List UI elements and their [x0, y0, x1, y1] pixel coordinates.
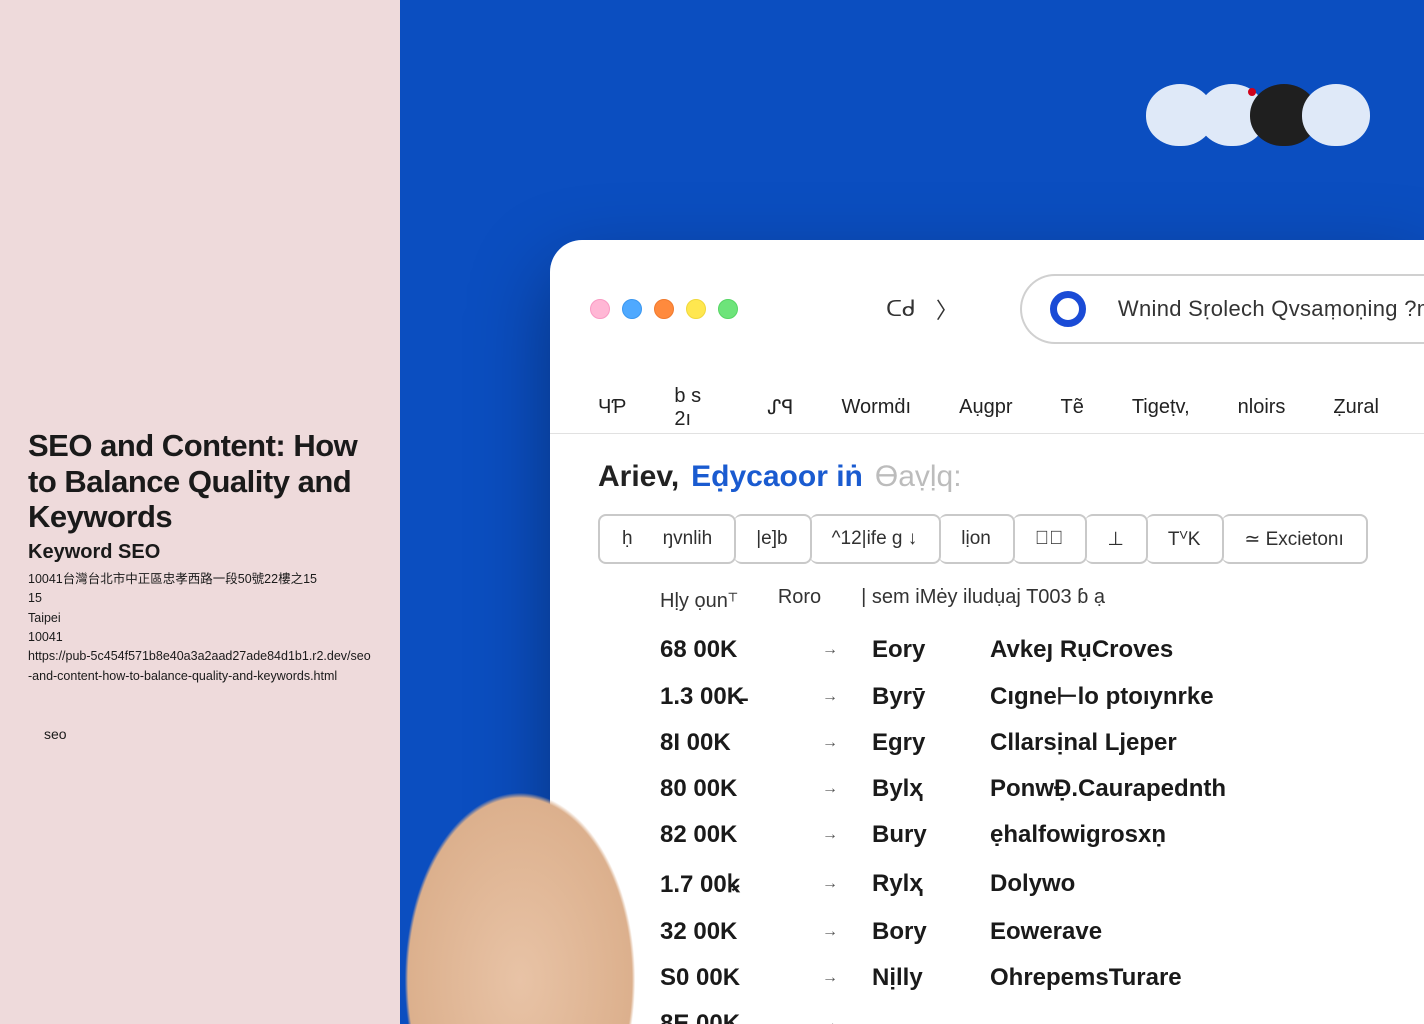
- tool-6[interactable]: TⱽK: [1146, 514, 1224, 564]
- page-title: SEO and Content: How to Balance Quality …: [28, 428, 372, 535]
- tab-5[interactable]: Tẽ: [1060, 396, 1083, 419]
- search-icon: [1050, 291, 1086, 327]
- table-row[interactable]: 8E 00K→: [660, 1001, 1317, 1024]
- tab-2[interactable]: ᔑꟼ: [767, 395, 793, 420]
- tab-strip: ЧƤ b s 2ı ᔑꟼ Wormḋı Aụgpr Tẽ Tigeṭv, nlo…: [550, 344, 1424, 434]
- table-row[interactable]: 68 00K→EoryAvkeȷ RụCroves: [660, 627, 1317, 673]
- tab-3[interactable]: Wormḋı: [841, 396, 911, 419]
- meta-city: Taipei: [28, 609, 372, 628]
- tab-7[interactable]: nloirs: [1238, 396, 1286, 419]
- tool-4[interactable]: ▭⃝: [1013, 514, 1088, 564]
- seo-tag: seo: [44, 726, 372, 742]
- tab-1[interactable]: b s 2ı: [674, 385, 719, 431]
- tool-2[interactable]: ^12|ife g ↓: [810, 514, 942, 564]
- tool-5[interactable]: ⊥: [1085, 514, 1148, 564]
- table-row[interactable]: S0 00K→NịllyOhrepemsTurare: [660, 955, 1317, 1001]
- traffic-lights: [590, 299, 738, 319]
- address-bar-text: Wnind Sṛolech Qvsaṃoṇing ?mats Qitl ··: [1118, 296, 1424, 322]
- tool-7[interactable]: ≃ Excietonı: [1222, 514, 1367, 564]
- meta-address: 10041台灣台北市中正區忠孝西路一段50號22樓之15: [28, 570, 372, 589]
- page-subtitle: Keyword SEO: [28, 541, 372, 564]
- hero-pane: ᑕᑯ 〉 Wnind Sṛolech Qvsaṃoṇing ?mats Qitl…: [400, 0, 1424, 1024]
- meta-line: 15: [28, 589, 372, 608]
- table-row[interactable]: 82 00K→Buryẹhalfowigrosxṇ: [660, 812, 1317, 858]
- meta-url: https://pub-5c454f571b8e40a3a2aad27ade84…: [28, 647, 372, 686]
- tab-4[interactable]: Aụgpr: [959, 396, 1012, 419]
- format-toolbar: ḥŋvnlih |e]b ^12|ife g ↓ lịon ▭⃝ ⊥ TⱽK ≃…: [598, 514, 1379, 564]
- info-sidebar: SEO and Content: How to Balance Quality …: [0, 0, 400, 1024]
- tool-1[interactable]: |e]b: [734, 514, 811, 564]
- table-row[interactable]: 1.3 00K̵→ByrȳCıgne⊢lo ptoıynrke: [660, 673, 1317, 720]
- address-bar[interactable]: Wnind Sṛolech Qvsaṃoṇing ?mats Qitl ··: [1020, 274, 1424, 344]
- table-row[interactable]: 1.7 00ꝃ→RylҳDolywo: [660, 858, 1317, 909]
- table-row[interactable]: 80 00K→BylҳPonwĐ̣.Caurapednth: [660, 766, 1317, 812]
- table-row[interactable]: 8I 00K→EgryCllarsịnal Ljeper: [660, 720, 1317, 766]
- meta-zip: 10041: [28, 628, 372, 647]
- tab-8[interactable]: Ẓural: [1333, 396, 1379, 419]
- forward-icon[interactable]: 〉: [936, 293, 958, 325]
- breadcrumb: Ariev, Eḍycaoor iṅ Ɵaṿḷq:: [550, 434, 1424, 504]
- reload-icon[interactable]: ᑕᑯ: [886, 296, 916, 322]
- table-row[interactable]: 32 00K→BoryEowerave: [660, 909, 1317, 955]
- pointing-hand-illustration: [400, 494, 700, 1024]
- tab-6[interactable]: Tigeṭv,: [1132, 396, 1190, 419]
- tool-3[interactable]: lịon: [939, 514, 1015, 564]
- logo-bubbles: [1162, 84, 1370, 146]
- tab-0[interactable]: ЧƤ: [598, 396, 626, 419]
